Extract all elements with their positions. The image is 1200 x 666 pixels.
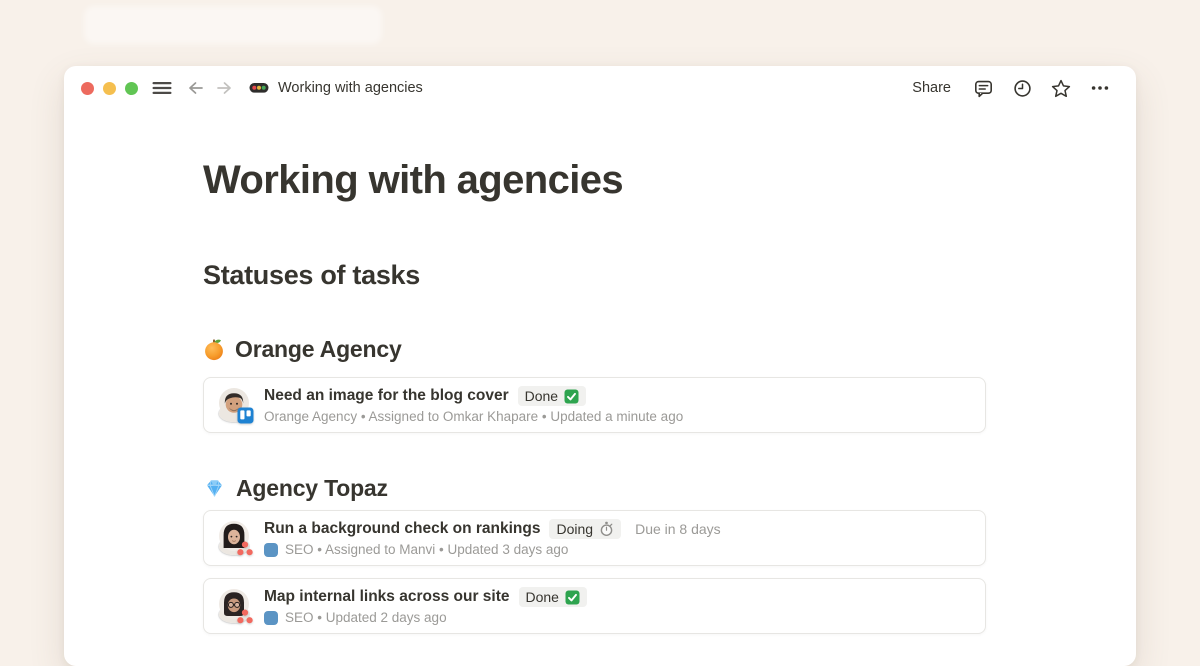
task-text: Run a background check on rankings Doing — [264, 519, 721, 557]
notion-window: Working with agencies Share — [64, 66, 1136, 666]
favorite-star-button[interactable] — [1048, 75, 1074, 101]
assignee-avatar-wrap — [219, 521, 251, 555]
task-card-background-check[interactable]: Run a background check on rankings Doing — [203, 510, 986, 566]
group-name: Agency Topaz — [236, 475, 388, 502]
status-label: Done — [526, 589, 559, 605]
minimize-window-button[interactable] — [103, 82, 116, 95]
status-badge-done: Done — [519, 587, 587, 607]
task-meta: SEO • Assigned to Manvi • Updated 3 days… — [264, 542, 721, 557]
gem-emoji-icon — [203, 478, 226, 498]
hamburger-menu-icon[interactable] — [152, 80, 172, 96]
task-text: Map internal links across our site Done … — [264, 587, 587, 625]
seo-label-chip — [264, 611, 278, 625]
close-window-button[interactable] — [81, 82, 94, 95]
asana-source-icon — [236, 540, 254, 557]
task-title: Map internal links across our site — [264, 588, 510, 606]
task-text: Need an image for the blog cover Done Or… — [264, 386, 683, 424]
task-meta-text: Orange Agency • Assigned to Omkar Khapar… — [264, 409, 683, 424]
forward-arrow-icon[interactable] — [215, 80, 234, 96]
tangerine-emoji-icon — [203, 338, 225, 361]
asana-source-icon — [236, 608, 254, 625]
assignee-avatar-wrap — [219, 388, 251, 422]
traffic-light-page-icon — [249, 81, 269, 95]
task-meta: SEO • Updated 2 days ago — [264, 610, 587, 625]
background-highlight — [84, 6, 382, 44]
updates-clock-button[interactable] — [1009, 75, 1035, 101]
trello-source-icon — [237, 407, 254, 424]
green-check-icon — [564, 389, 579, 404]
breadcrumb[interactable]: Working with agencies — [249, 80, 423, 96]
assignee-avatar-wrap — [219, 589, 251, 623]
due-date-text: Due in 8 days — [635, 521, 721, 537]
share-button[interactable]: Share — [906, 76, 957, 100]
section-heading: Statuses of tasks — [203, 258, 986, 292]
status-badge-doing: Doing — [549, 519, 621, 539]
status-badge-done: Done — [518, 386, 586, 406]
page-title: Working with agencies — [203, 156, 986, 204]
task-meta-text: SEO • Updated 2 days ago — [285, 610, 447, 625]
task-card-blog-cover[interactable]: Need an image for the blog cover Done Or… — [203, 377, 986, 433]
task-card-internal-links[interactable]: Map internal links across our site Done … — [203, 578, 986, 634]
group-name: Orange Agency — [235, 336, 402, 363]
comments-button[interactable] — [970, 75, 996, 101]
zoom-window-button[interactable] — [125, 82, 138, 95]
group-heading-agency-topaz: Agency Topaz — [203, 473, 986, 503]
window-toolbar: Working with agencies Share — [64, 66, 1136, 110]
seo-label-chip — [264, 543, 278, 557]
status-label: Doing — [556, 521, 593, 537]
status-label: Done — [525, 388, 558, 404]
task-meta-text: SEO • Assigned to Manvi • Updated 3 days… — [285, 542, 568, 557]
task-title: Run a background check on rankings — [264, 520, 540, 538]
green-check-icon — [565, 590, 580, 605]
stopwatch-icon — [599, 521, 614, 537]
window-controls — [81, 82, 138, 95]
more-options-ellipsis-button[interactable] — [1087, 75, 1113, 101]
task-meta: Orange Agency • Assigned to Omkar Khapar… — [264, 409, 683, 424]
page-content: Working with agencies Statuses of tasks … — [64, 156, 986, 634]
task-title: Need an image for the blog cover — [264, 387, 509, 405]
group-heading-orange-agency: Orange Agency — [203, 334, 986, 364]
page-breadcrumb-title: Working with agencies — [278, 80, 423, 96]
back-arrow-icon[interactable] — [186, 80, 205, 96]
